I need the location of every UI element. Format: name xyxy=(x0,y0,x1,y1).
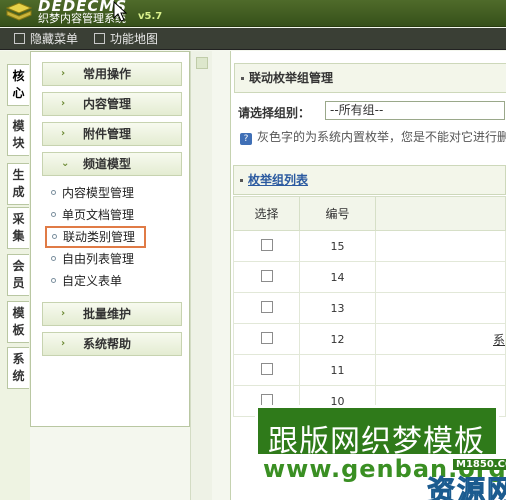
bullet-icon xyxy=(51,190,56,195)
chevron-right-icon: › xyxy=(61,338,66,349)
mouse-cursor-icon xyxy=(113,1,127,22)
menu-item-single-page[interactable]: 单页文档管理 xyxy=(51,205,134,225)
table-row: 15 xyxy=(233,230,506,262)
module-tabs: 核心 模块 生成 采集 会员 模板 系统 xyxy=(0,51,30,500)
section-label: 内容管理 xyxy=(83,97,132,111)
bullet-icon xyxy=(240,179,243,182)
row-name-link[interactable]: 系 xyxy=(493,333,505,347)
row-id: 15 xyxy=(299,230,376,262)
hide-menu-icon xyxy=(14,33,25,44)
row-id: 12 xyxy=(299,323,376,355)
logo-icon xyxy=(6,2,32,21)
chevron-down-icon: ⌄ xyxy=(61,158,70,169)
row-checkbox[interactable] xyxy=(260,393,273,406)
toolbar: 隐藏菜单 功能地图 xyxy=(0,28,506,50)
panel-splitter[interactable] xyxy=(190,51,212,500)
menu-section-help[interactable]: › 系统帮助 xyxy=(42,332,182,356)
section-label: 常用操作 xyxy=(83,67,132,81)
chevron-right-icon: › xyxy=(61,68,66,79)
row-id: 11 xyxy=(299,354,376,386)
tab-member[interactable]: 会员 xyxy=(7,254,29,296)
column-header-id: 编号 xyxy=(299,196,376,231)
hide-menu-button[interactable]: 隐藏菜单 xyxy=(14,31,78,47)
menu-section-common[interactable]: › 常用操作 xyxy=(42,62,182,86)
table-row: 14 xyxy=(233,261,506,293)
row-checkbox[interactable] xyxy=(260,300,273,313)
bullet-icon xyxy=(51,212,56,217)
grid-icon xyxy=(94,33,105,44)
tab-system[interactable]: 系统 xyxy=(7,347,29,389)
tab-module[interactable]: 模块 xyxy=(7,114,29,156)
chevron-right-icon: › xyxy=(61,308,66,319)
function-map-button[interactable]: 功能地图 xyxy=(94,31,158,47)
watermark-brand: 资源网 xyxy=(426,474,506,500)
filter-label: 请选择组别： xyxy=(238,106,311,120)
row-id: 14 xyxy=(299,261,376,293)
table-row: 11 xyxy=(233,354,506,386)
tab-generate[interactable]: 生成 xyxy=(7,163,29,205)
section-label: 频道模型 xyxy=(83,157,132,171)
table-row: 12 系 xyxy=(233,323,506,355)
panel-title-bar: 联动枚举组管理 xyxy=(234,63,506,93)
bullet-icon xyxy=(51,278,56,283)
row-checkbox[interactable] xyxy=(260,362,273,375)
column-header-select: 选择 xyxy=(233,196,300,231)
version-label: v5.7 xyxy=(138,11,163,22)
row-checkbox[interactable] xyxy=(260,269,273,282)
menu-item-content-model[interactable]: 内容模型管理 xyxy=(51,183,134,203)
tab-collect[interactable]: 采集 xyxy=(7,207,29,249)
enum-group-table: 选择 编号 15 14 13 12 系 11 10 xyxy=(233,196,506,417)
chevron-right-icon: › xyxy=(61,98,66,109)
watermark: 跟版网织梦模板 www.genban.org M1850.COM 资源网 xyxy=(255,405,506,500)
watermark-title: 跟版网织梦模板 xyxy=(268,424,485,459)
row-checkbox[interactable] xyxy=(260,331,273,344)
list-title-bar: 枚举组列表 xyxy=(233,165,506,195)
watermark-banner: 跟版网织梦模板 xyxy=(255,405,499,459)
row-checkbox[interactable] xyxy=(260,238,273,251)
menu-section-content[interactable]: › 内容管理 xyxy=(42,92,182,116)
column-header-blank xyxy=(375,196,506,231)
list-title-link[interactable]: 枚举组列表 xyxy=(248,173,308,187)
menu-section-channel[interactable]: ⌄ 频道模型 xyxy=(42,152,182,176)
help-icon: ? xyxy=(240,133,252,145)
row-id: 13 xyxy=(299,292,376,324)
menu-item-custom-form[interactable]: 自定义表单 xyxy=(51,271,122,291)
menu-item-free-list[interactable]: 自由列表管理 xyxy=(51,249,134,269)
tab-template[interactable]: 模板 xyxy=(7,301,29,343)
section-label: 附件管理 xyxy=(83,127,132,141)
bullet-icon xyxy=(52,234,57,239)
section-label: 批量维护 xyxy=(83,307,132,321)
group-select[interactable]: --所有组-- xyxy=(325,101,505,120)
menu-section-batch[interactable]: › 批量维护 xyxy=(42,302,182,326)
bullet-icon xyxy=(51,256,56,261)
page-title: 联动枚举组管理 xyxy=(249,71,334,85)
table-row: 13 xyxy=(233,292,506,324)
menu-item-linkage-category[interactable]: 联动类别管理 xyxy=(45,226,146,248)
menu-section-attachment[interactable]: › 附件管理 xyxy=(42,122,182,146)
side-menu: › 常用操作 › 内容管理 › 附件管理 ⌄ 频道模型 内容模型管理 单页文档管理 联动… xyxy=(30,51,190,427)
chevron-right-icon: › xyxy=(61,128,66,139)
hide-menu-label: 隐藏菜单 xyxy=(30,32,79,46)
section-label: 系统帮助 xyxy=(83,337,132,351)
info-text: ? 灰色字的为系统内置枚举，您是不能对它进行删 xyxy=(240,128,506,146)
top-header: DEDECMS 织梦内容管理系统 v5.7 xyxy=(0,0,506,27)
bullet-icon xyxy=(241,77,244,80)
splitter-grip[interactable] xyxy=(196,57,208,69)
function-map-label: 功能地图 xyxy=(110,32,159,46)
tab-core[interactable]: 核心 xyxy=(7,64,29,106)
